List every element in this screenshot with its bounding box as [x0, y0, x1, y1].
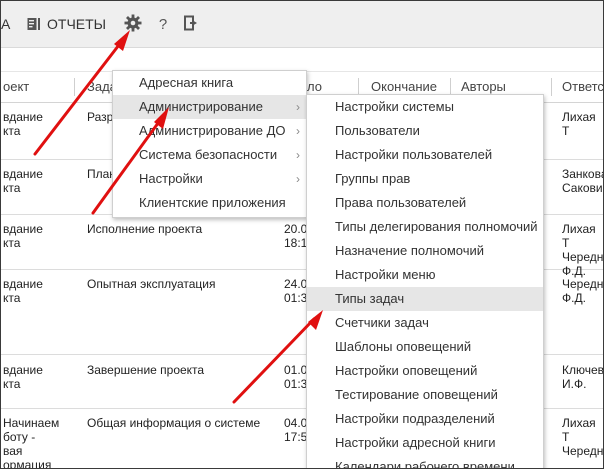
chevron-right-icon: › — [296, 148, 300, 162]
menu-item-label: Клиентские приложения — [139, 195, 286, 210]
menu-item-label: Администрирование — [139, 99, 263, 114]
gear-icon — [124, 14, 142, 35]
submenu-item-address-book-settings[interactable]: Настройки адресной книги — [307, 431, 543, 455]
submenu-item-system-settings[interactable]: Настройки системы — [307, 95, 543, 119]
cell-project: Начинаем боту - вая ормация — [3, 416, 60, 469]
submenu-item-notification-testing[interactable]: Тестирование оповещений — [307, 383, 543, 407]
reports-icon — [27, 17, 41, 31]
cell-task: Опытная эксплуатация — [87, 277, 216, 291]
menu-item-label: Администрирование ДО — [139, 123, 286, 138]
toolbar-item-cut[interactable]: А — [1, 1, 10, 47]
submenu-item-users[interactable]: Пользователи — [307, 119, 543, 143]
submenu-item-user-settings[interactable]: Настройки пользователей — [307, 143, 543, 167]
submenu-item-rights-groups[interactable]: Группы прав — [307, 167, 543, 191]
reports-button[interactable]: ОТЧЕТЫ — [27, 1, 106, 47]
logout-button[interactable] — [184, 1, 200, 47]
logout-icon — [184, 15, 200, 34]
cell-task: Завершение проекта — [87, 363, 205, 377]
toolbar: А ОТЧЕТЫ ? — [1, 1, 603, 48]
menu-item-administration[interactable]: Администрирование › — [113, 95, 306, 119]
submenu-item-menu-settings[interactable]: Настройки меню — [307, 263, 543, 287]
cell-date: 04.02 17:55 — [284, 416, 308, 444]
submenu-item-user-rights[interactable]: Права пользователей — [307, 191, 543, 215]
submenu-item-notification-settings[interactable]: Настройки оповещений — [307, 359, 543, 383]
submenu-item-authority-assignment[interactable]: Назначение полномочий — [307, 239, 543, 263]
menu-item-settings[interactable]: Настройки › — [113, 167, 306, 191]
cell-project: вдание кта — [3, 363, 43, 391]
cell-project: вдание кта — [3, 222, 43, 250]
menu-item-administration-do[interactable]: Администрирование ДО › — [113, 119, 306, 143]
cell-project: вдание кта — [3, 167, 43, 195]
cell-responsible: Чередни Ф.Д. — [562, 277, 603, 305]
settings-menu: Адресная книга Администрирование › Админи… — [112, 70, 307, 218]
cell-date: 24.04 01:39 — [284, 277, 308, 305]
cell-task: Общая информация о системе — [87, 416, 261, 430]
cell-task: Исполнение проекта — [87, 222, 203, 236]
cell-date: 01.05 01:39 — [284, 363, 308, 391]
menu-item-label: Адресная книга — [139, 75, 234, 90]
cell-responsible: Занкова Сакович — [562, 167, 603, 195]
submenu-item-delegation-types[interactable]: Типы делегирования полномочий — [307, 215, 543, 239]
menu-item-label: Система безопасности — [139, 147, 278, 162]
column-header-responsible[interactable]: Ответс — [562, 72, 603, 102]
submenu-item-department-settings[interactable]: Настройки подразделений — [307, 407, 543, 431]
menu-item-security-system[interactable]: Система безопасности › — [113, 143, 306, 167]
submenu-item-work-calendars[interactable]: Календари рабочего времени — [307, 455, 543, 468]
reports-label: ОТЧЕТЫ — [47, 16, 107, 32]
menu-item-client-apps[interactable]: Клиентские приложения — [113, 191, 306, 215]
column-header-project[interactable]: оект — [3, 72, 71, 102]
cell-responsible: Лихая Т Чередни — [562, 416, 603, 458]
cell-responsible: Лихая Т — [562, 110, 596, 138]
chevron-right-icon: › — [296, 172, 300, 186]
cell-project: вдание кта — [3, 110, 43, 138]
toolbar-cut-label: А — [1, 16, 11, 32]
column-separator — [74, 78, 75, 96]
submenu-item-task-types[interactable]: Типы задач — [307, 287, 543, 311]
menu-item-label: Настройки — [139, 171, 203, 186]
chevron-right-icon: › — [296, 100, 300, 114]
cell-project: вдание кта — [3, 277, 43, 305]
help-icon: ? — [158, 15, 168, 33]
submenu-item-task-counters[interactable]: Счетчики задач — [307, 311, 543, 335]
settings-button[interactable] — [123, 1, 143, 47]
administration-submenu: Настройки системы Пользователи Настройки… — [306, 94, 544, 468]
cell-date: 20.03 18:16 — [284, 222, 308, 250]
cell-responsible: Ключевь И.Ф. — [562, 363, 603, 391]
submenu-item-notification-templates[interactable]: Шаблоны оповещений — [307, 335, 543, 359]
app-window: А ОТЧЕТЫ ? оект Зада ло Окончание Авторы… — [0, 0, 604, 469]
menu-item-address-book[interactable]: Адресная книга — [113, 71, 306, 95]
column-separator — [551, 78, 552, 96]
chevron-right-icon: › — [296, 124, 300, 138]
help-button[interactable]: ? — [156, 1, 170, 47]
